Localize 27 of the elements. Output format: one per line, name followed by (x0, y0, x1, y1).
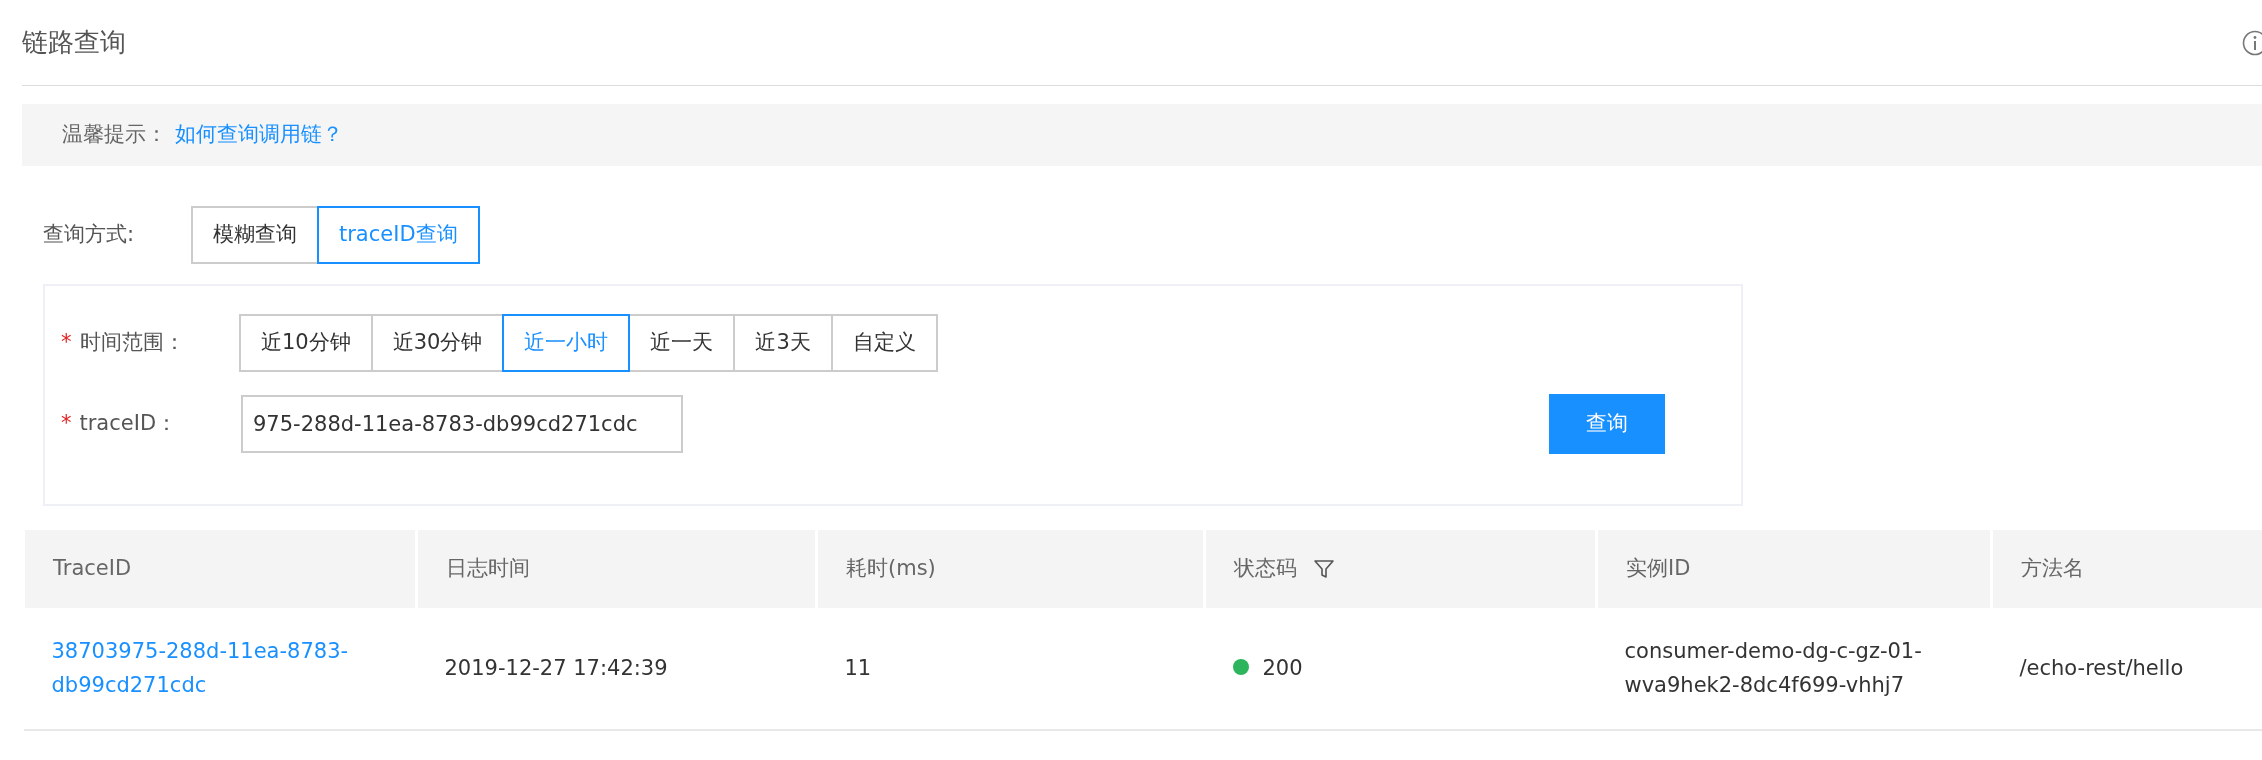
info-icon[interactable] (2242, 29, 2262, 56)
column-header: 日志时间 (446, 556, 530, 581)
column-header: 耗时(ms) (846, 556, 936, 581)
method-name-cell: /echo-rest/hello (1991, 608, 2262, 730)
required-mark: * (61, 330, 72, 355)
column-header: 方法名 (2021, 556, 2084, 581)
segment-tab[interactable]: 自定义 (830, 314, 938, 372)
segment-tab[interactable]: 近一天 (628, 314, 736, 372)
page-title: 链路查询 (22, 26, 126, 59)
column-header: 实例ID (1626, 556, 1691, 581)
field-label: 时间范围： (79, 330, 185, 355)
segment-tab[interactable]: 近3天 (733, 314, 833, 372)
log-time-cell: 2019-12-27 17:42:39 (416, 608, 817, 730)
column-header: 状态码 (1234, 556, 1297, 581)
segment-tab[interactable]: 近10分钟 (239, 314, 373, 372)
column-header: TraceID (53, 556, 132, 581)
duration-cell: 11 (816, 608, 1205, 730)
trace-id-field[interactable]: 975-288d-11ea-8783-db99cd271cdc (241, 395, 683, 453)
instance-id-cell: consumer-demo-dg-c-gz-01-wva9hek2-8dc4f699-vhhj7 (1596, 608, 1992, 730)
field-label: traceID： (79, 411, 178, 436)
required-mark: * (61, 411, 72, 436)
field-label: 查询方式: (43, 221, 136, 249)
filter-icon[interactable] (1313, 558, 1335, 581)
segment-tab[interactable]: 模糊查询 (191, 206, 319, 264)
segment-tab[interactable]: 近30分钟 (370, 314, 505, 372)
status-code: 200 (1262, 655, 1303, 680)
tip-label: 温馨提示： (62, 121, 167, 149)
